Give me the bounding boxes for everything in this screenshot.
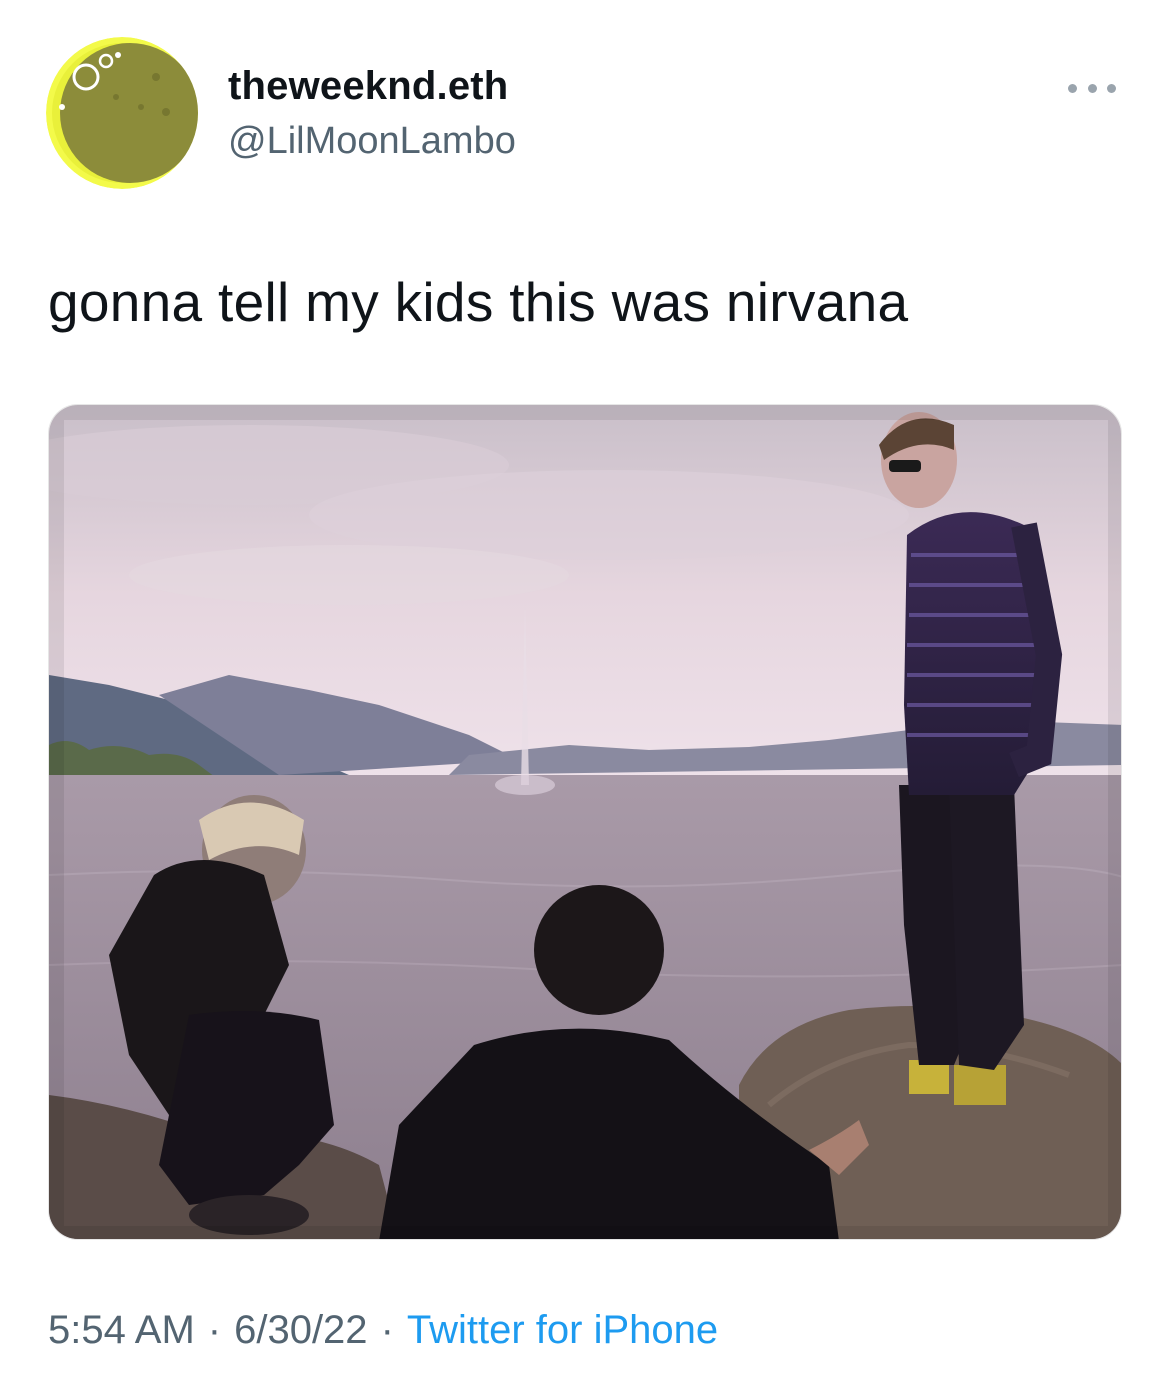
lake-photo [49, 405, 1121, 1239]
tweet-time[interactable]: 5:54 AM [48, 1308, 195, 1352]
tweet-meta: 5:54 AM · 6/30/22 · Twitter for iPhone [48, 1308, 718, 1353]
moon-avatar-icon [46, 37, 198, 189]
tweet-date[interactable]: 6/30/22 [234, 1308, 367, 1352]
tweet-source-link[interactable]: Twitter for iPhone [407, 1308, 718, 1352]
tweet-photo[interactable] [48, 404, 1122, 1240]
tweet-text: gonna tell my kids this was nirvana [48, 271, 909, 333]
author-name[interactable]: theweeknd.eth [228, 64, 508, 109]
more-dot [1087, 83, 1097, 93]
separator: · [207, 1308, 222, 1352]
author-handle[interactable]: @LilMoonLambo [228, 120, 516, 163]
author-avatar[interactable] [46, 37, 198, 189]
separator: · [380, 1308, 394, 1352]
more-dots-icon [1068, 83, 1077, 93]
more-dot [1107, 83, 1116, 93]
more-options-button[interactable] [1064, 70, 1120, 106]
